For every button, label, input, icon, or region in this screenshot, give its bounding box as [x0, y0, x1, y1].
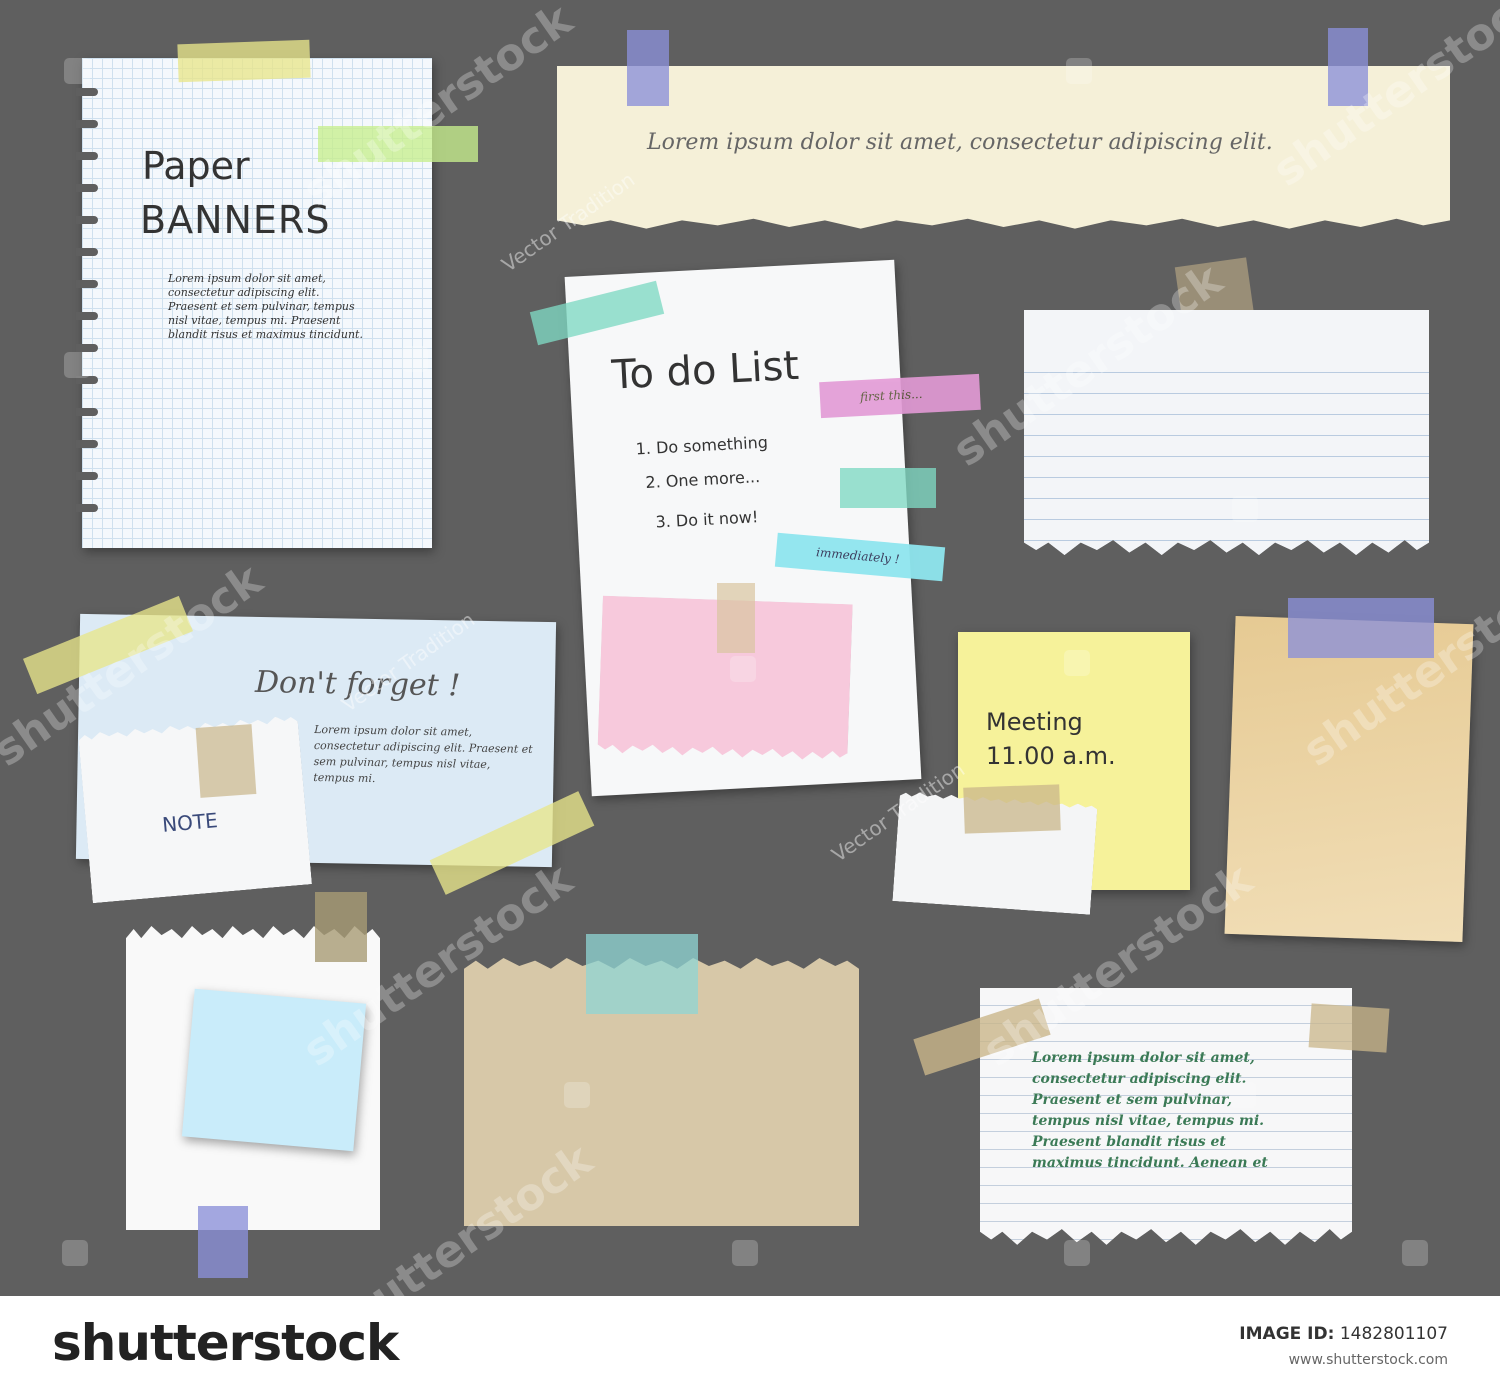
tape-tan: [195, 724, 257, 798]
watermark-icon: [1230, 1082, 1256, 1108]
first-this-tab: first this...: [819, 373, 981, 419]
watermark-icon: [1066, 58, 1092, 84]
tape-teal: [840, 468, 936, 508]
green-line: tempus nisl vitae, tempus mi.: [1032, 1113, 1265, 1129]
paper-title: Paper: [142, 144, 250, 188]
immediately-label: immediately !: [815, 545, 901, 567]
tape-purple: [1288, 598, 1434, 658]
dont-forget-body: Lorem ipsum dolor sit amet, consectetur …: [313, 722, 533, 786]
watermark-icon: [1064, 650, 1090, 676]
banners-title: BANNERS: [140, 198, 331, 242]
green-line: maximus tincidunt. Aenean et: [1032, 1155, 1268, 1171]
note-card: NOTE: [78, 715, 312, 904]
todo-item: 2. One more...: [644, 467, 761, 493]
footer-brand[interactable]: shutterstock: [52, 1314, 399, 1372]
watermark-icon: [64, 352, 90, 378]
tape-tan: [1308, 1003, 1390, 1053]
todo-title: To do List: [610, 342, 801, 399]
watermark-icon: [564, 1082, 590, 1108]
green-line: Praesent blandit risus et: [1032, 1134, 1226, 1150]
todo-item: 1. Do something: [635, 432, 769, 459]
green-body-text: Lorem ipsum dolor sit amet, consectetur …: [1032, 1048, 1268, 1174]
watermark-icon: [730, 656, 756, 682]
todo-item: 3. Do it now!: [655, 507, 759, 532]
tape-tan: [717, 583, 755, 653]
tape-tan: [963, 784, 1061, 834]
green-line: Lorem ipsum dolor sit amet,: [1032, 1050, 1255, 1066]
watermark-icon: [1232, 496, 1258, 522]
watermark-icon: [402, 346, 428, 372]
tape-teal: [586, 934, 698, 1014]
watermark-icon: [64, 58, 90, 84]
watermark-icon: [62, 1240, 88, 1266]
watermark-icon: [1402, 1240, 1428, 1266]
tape-purple: [627, 30, 669, 106]
image-id-value: 1482801107: [1339, 1324, 1448, 1344]
tape-tan: [315, 892, 367, 962]
meeting-line2: 11.00 a.m.: [986, 742, 1116, 770]
paper-board: Paper BANNERS Lorem ipsum dolor sit amet…: [0, 0, 1500, 1296]
footer-site[interactable]: www.shutterstock.com: [1289, 1352, 1448, 1368]
first-this-label: first this...: [859, 386, 923, 405]
meeting-line1: Meeting: [986, 708, 1083, 736]
grid-body-text: Lorem ipsum dolor sit amet, consectetur …: [168, 272, 363, 341]
watermark-icon: [1064, 1240, 1090, 1266]
banner-text: Lorem ipsum dolor sit amet, consectetur …: [647, 130, 1273, 155]
tape-yellow: [177, 39, 311, 83]
watermark-icon: [732, 1240, 758, 1266]
footer-bar: shutterstock IMAGE ID: 1482801107 www.sh…: [0, 1296, 1500, 1396]
image-id-label: IMAGE ID:: [1239, 1324, 1335, 1344]
tape-purple: [198, 1206, 248, 1278]
image-id: IMAGE ID: 1482801107: [1239, 1324, 1448, 1344]
note-label: NOTE: [161, 808, 219, 837]
